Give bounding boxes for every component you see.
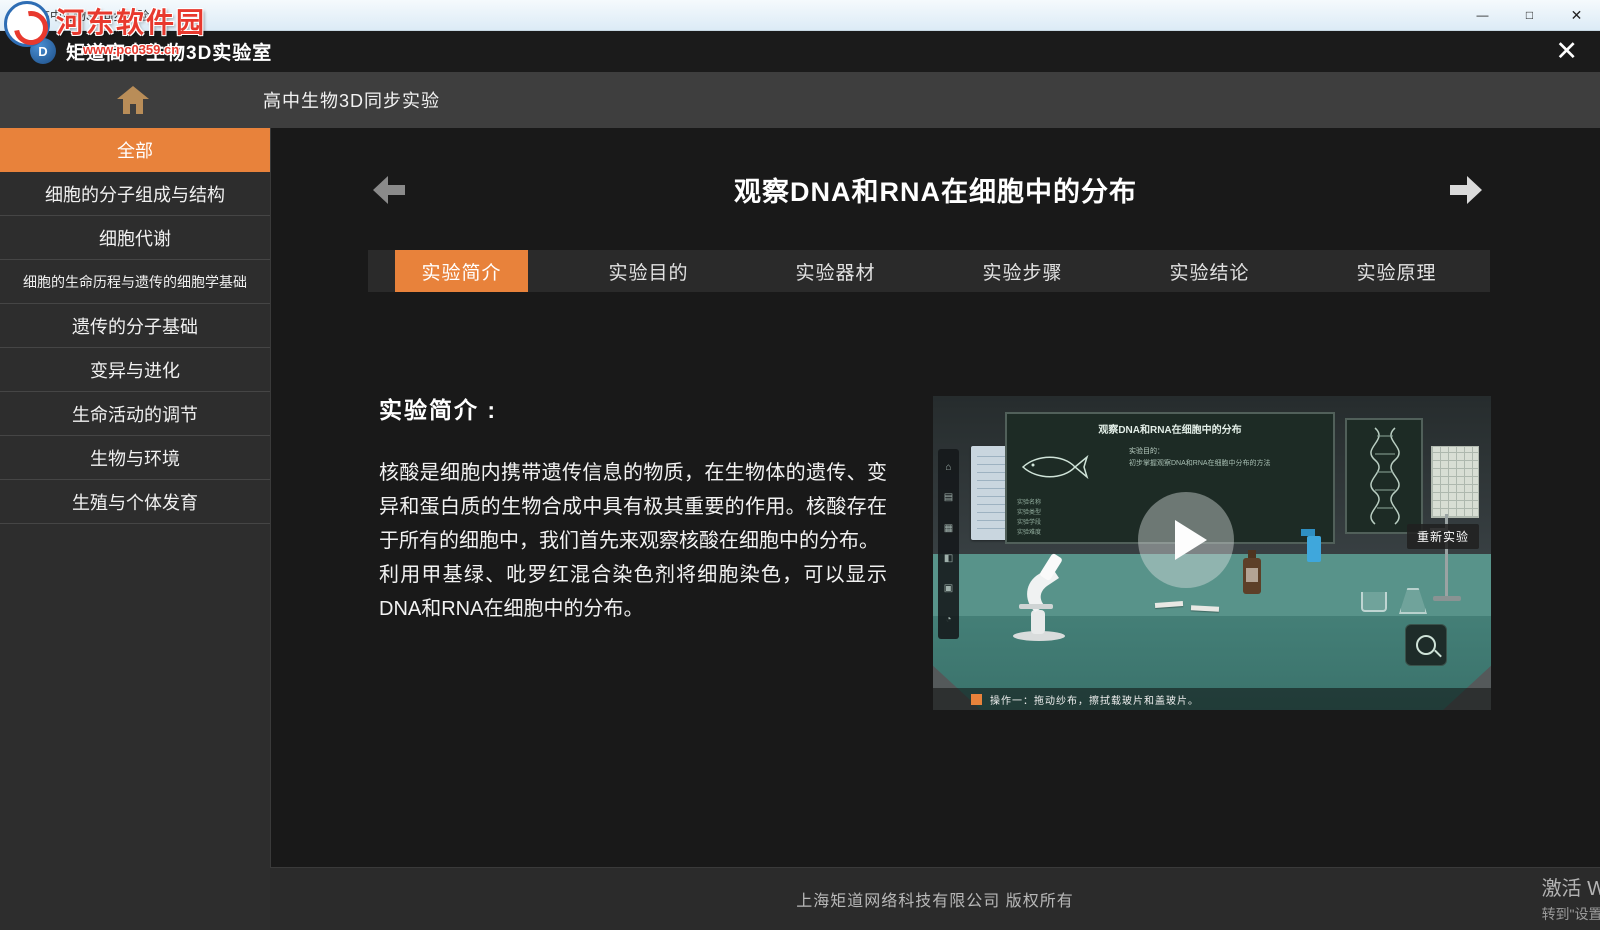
sidebar-item-all[interactable]: 全部 xyxy=(0,128,270,172)
app-close-icon[interactable]: ✕ xyxy=(1555,38,1578,65)
app-logo-icon: D xyxy=(30,38,56,64)
copyright-text: 上海矩道网络科技有限公司 版权所有 xyxy=(796,887,1073,911)
microscope-mode-badge[interactable] xyxy=(1405,624,1447,666)
play-icon xyxy=(1175,520,1207,560)
tool-box-icon[interactable]: ▣ xyxy=(944,584,953,594)
tab-intro[interactable]: 实验简介 xyxy=(368,250,555,292)
minimize-button[interactable]: — xyxy=(1459,0,1506,30)
app-header: D 矩道高中生物3D实验室 ✕ xyxy=(0,30,1600,72)
app-title: 矩道高中生物3D实验室 xyxy=(66,38,272,65)
window-close-button[interactable]: ✕ xyxy=(1553,0,1600,30)
sidebar-item-reproduction-development[interactable]: 生殖与个体发育 xyxy=(0,480,270,524)
sidebar-item-molecular-composition[interactable]: 细胞的分子组成与结构 xyxy=(0,172,270,216)
next-experiment-arrow-icon[interactable] xyxy=(1450,176,1482,209)
tab-purpose[interactable]: 实验目的 xyxy=(555,250,742,292)
blackboard-text: 初步掌握观察DNA和RNA在细胞中分布的方法 xyxy=(1129,459,1321,469)
spray-bottle xyxy=(1307,536,1321,562)
footer: 上海矩道网络科技有限公司 版权所有 xyxy=(270,867,1600,930)
step-marker-icon xyxy=(971,694,982,705)
video-caption-text: 操作一：拖动纱布，擦拭载玻片和盖玻片。 xyxy=(990,692,1199,707)
experiment-video-thumbnail[interactable]: 观察DNA和RNA在细胞中的分布 实验目的： 初步掌握观察DNA和RNA在细胞中… xyxy=(933,396,1491,710)
maximize-button[interactable]: □ xyxy=(1506,0,1553,30)
blackboard-list: 实验名称 实验类型 实验学段 实验难度 xyxy=(1017,498,1041,538)
nav-bar: 高中生物3D同步实验 xyxy=(0,72,1600,129)
sidebar-item-cell-life-cycle[interactable]: 细胞的生命历程与遗传的细胞学基础 xyxy=(0,260,270,304)
intro-paragraph: 利用甲基绿、吡罗红混合染色剂将细胞染色，可以显示DNA和RNA在细胞中的分布。 xyxy=(379,558,887,626)
nav-breadcrumb-title: 高中生物3D同步实验 xyxy=(263,72,440,128)
tab-conclusion[interactable]: 实验结论 xyxy=(1116,250,1303,292)
app-window: 高中生物3D同步实验 — □ ✕ D 矩道高中生物3D实验室 ✕ 高中生物3D同… xyxy=(0,0,1600,930)
video-caption-bar: 操作一：拖动纱布，擦拭载玻片和盖玻片。 xyxy=(933,688,1491,710)
sidebar-item-life-regulation[interactable]: 生命活动的调节 xyxy=(0,392,270,436)
blackboard-title: 观察DNA和RNA在细胞中的分布 xyxy=(1007,421,1333,436)
intro-paragraph: 核酸是细胞内携带遗传信息的物质，在生物体的遗传、变异和蛋白质的生物合成中具有极其… xyxy=(379,456,887,558)
main-content: 观察DNA和RNA在细胞中的分布 实验简介 实验目的 实验器材 实验步骤 实验结… xyxy=(271,128,1600,868)
blackboard-subtitle: 实验目的： xyxy=(1129,446,1164,456)
intro-heading: 实验简介 : xyxy=(379,391,497,425)
tab-equipment[interactable]: 实验器材 xyxy=(742,250,929,292)
window-title: 高中生物3D同步实验 xyxy=(38,7,149,24)
sidebar-item-variation-evolution[interactable]: 变异与进化 xyxy=(0,348,270,392)
tool-grid-icon[interactable]: ▦ xyxy=(944,524,953,534)
tool-panel-icon[interactable]: ▤ xyxy=(944,493,953,503)
sidebar: 全部 细胞的分子组成与结构 细胞代谢 细胞的生命历程与遗传的细胞学基础 遗传的分… xyxy=(0,128,271,930)
microscope-graphic xyxy=(1005,548,1077,647)
intro-paragraphs: 核酸是细胞内携带遗传信息的物质，在生物体的遗传、变异和蛋白质的生物合成中具有极其… xyxy=(379,456,887,626)
play-button[interactable] xyxy=(1138,492,1234,588)
video-side-toolbar: ⌂ ▤ ▦ ◧ ▣ ◔ xyxy=(938,449,959,639)
os-titlebar: 高中生物3D同步实验 — □ ✕ xyxy=(0,0,1600,31)
restart-experiment-button[interactable]: 重新实验 xyxy=(1407,524,1479,549)
beaker xyxy=(1361,592,1387,612)
sidebar-item-organisms-environment[interactable]: 生物与环境 xyxy=(0,436,270,480)
dna-blackboard xyxy=(1345,418,1423,534)
retort-stand-base xyxy=(1433,596,1461,601)
sidebar-item-cell-metabolism[interactable]: 细胞代谢 xyxy=(0,216,270,260)
tool-view-icon[interactable]: ◧ xyxy=(944,554,953,564)
reagent-bottle xyxy=(1243,558,1261,594)
home-icon[interactable] xyxy=(116,85,150,115)
tab-steps[interactable]: 实验步骤 xyxy=(929,250,1116,292)
sidebar-item-molecular-genetics[interactable]: 遗传的分子基础 xyxy=(0,304,270,348)
window-controls: — □ ✕ xyxy=(1459,0,1600,30)
experiment-tabbar: 实验简介 实验目的 实验器材 实验步骤 实验结论 实验原理 xyxy=(368,250,1490,292)
tab-principle[interactable]: 实验原理 xyxy=(1303,250,1490,292)
chalk-fish-drawing xyxy=(1019,450,1091,489)
tool-home-icon[interactable]: ⌂ xyxy=(945,463,951,473)
windows-activation-watermark: 激活 W 转到"设置 xyxy=(1542,872,1600,924)
experiment-title: 观察DNA和RNA在细胞中的分布 xyxy=(271,170,1600,209)
tool-clock-icon[interactable]: ◔ xyxy=(945,615,951,625)
wall-whiteboard xyxy=(1431,446,1479,518)
